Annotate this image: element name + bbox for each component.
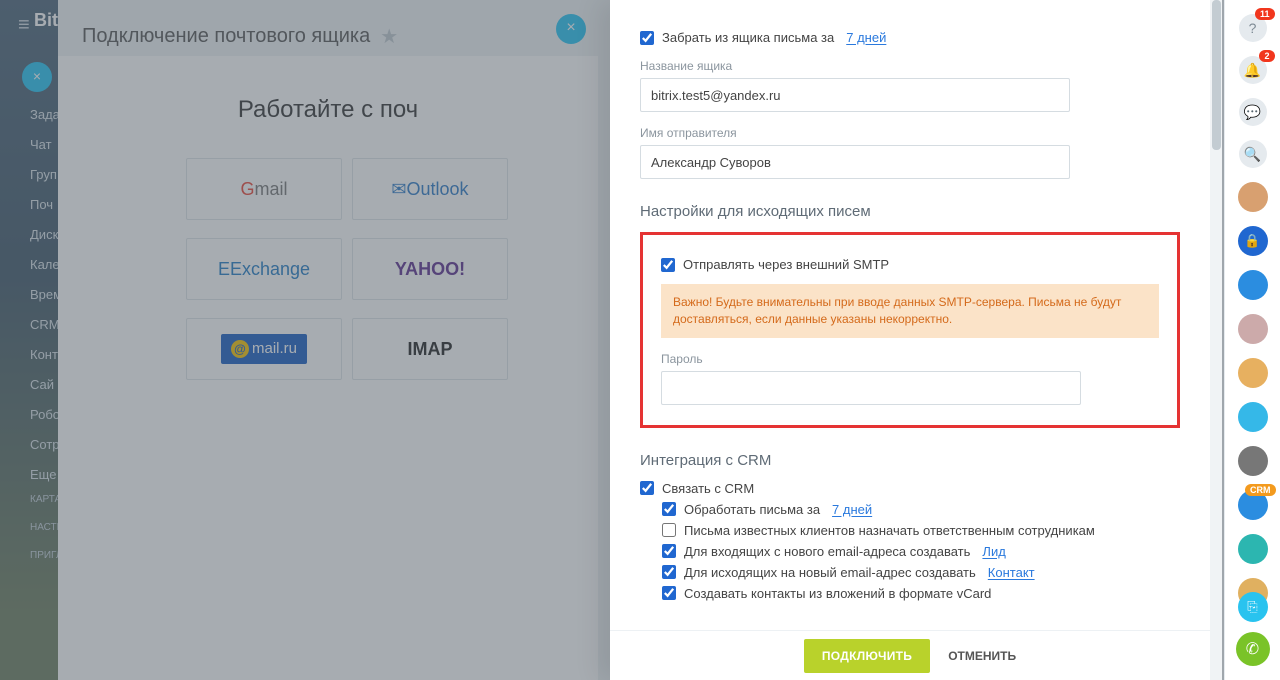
crm-process-label: Обработать письма за <box>684 502 820 517</box>
crm-vcard-label: Создавать контакты из вложений в формате… <box>684 586 991 601</box>
help-badge: 11 <box>1255 8 1275 20</box>
avatar[interactable] <box>1238 314 1268 344</box>
crm-incoming-checkbox[interactable] <box>662 544 676 558</box>
scrollbar-thumb[interactable] <box>1212 0 1221 150</box>
mailbox-name-input[interactable] <box>640 78 1070 112</box>
help-icon[interactable]: ?11 <box>1239 14 1267 42</box>
phone-icon[interactable]: ✆ <box>1236 632 1270 666</box>
crm-known-checkbox[interactable] <box>662 523 676 537</box>
scrollbar-track[interactable] <box>1210 0 1222 680</box>
avatar[interactable] <box>1238 446 1268 476</box>
exit-icon[interactable]: ⎘ <box>1238 592 1268 622</box>
smtp-warning: Важно! Будьте внимательны при вводе данн… <box>661 284 1159 338</box>
fetch-checkbox[interactable] <box>640 31 654 45</box>
password-label: Пароль <box>661 352 1159 366</box>
bell-icon[interactable]: 🔔2 <box>1239 56 1267 84</box>
submit-button[interactable]: ПОДКЛЮЧИТЬ <box>804 639 930 673</box>
outgoing-section-header: Настройки для исходящих писем <box>640 203 1180 220</box>
crm-outgoing-checkbox[interactable] <box>662 565 676 579</box>
mailbox-name-label: Название ящика <box>640 59 1180 73</box>
fetch-label: Забрать из ящика письма за <box>662 30 834 45</box>
smtp-label: Отправлять через внешний SMTP <box>683 257 889 272</box>
crm-badge: CRM <box>1245 484 1276 496</box>
crm-incoming-label: Для входящих с нового email-адреса созда… <box>684 544 970 559</box>
cancel-button[interactable]: ОТМЕНИТЬ <box>948 649 1016 663</box>
chat-icon[interactable]: 💬 <box>1239 98 1267 126</box>
crm-incoming-link[interactable]: Лид <box>982 544 1005 559</box>
password-input[interactable] <box>661 371 1081 405</box>
crm-link-checkbox[interactable] <box>640 481 654 495</box>
crm-process-checkbox[interactable] <box>662 502 676 516</box>
avatar[interactable] <box>1238 358 1268 388</box>
crm-known-label: Письма известных клиентов назначать отве… <box>684 523 1095 538</box>
avatar[interactable] <box>1238 534 1268 564</box>
crm-process-link[interactable]: 7 дней <box>832 502 872 517</box>
avatar[interactable] <box>1238 402 1268 432</box>
crm-section-header: Интеграция с CRM <box>640 452 1180 469</box>
crm-outgoing-link[interactable]: Контакт <box>988 565 1035 580</box>
bell-badge: 2 <box>1259 50 1274 62</box>
avatar[interactable] <box>1238 182 1268 212</box>
settings-panel: Забрать из ящика письма за 7 дней Назван… <box>610 0 1210 680</box>
avatar[interactable] <box>1238 270 1268 300</box>
lock-icon[interactable]: 🔒 <box>1238 226 1268 256</box>
crm-link-label: Связать с CRM <box>662 481 754 496</box>
fetch-days-link[interactable]: 7 дней <box>846 30 886 45</box>
crm-outgoing-label: Для исходящих на новый email-адрес созда… <box>684 565 976 580</box>
search-icon[interactable]: 🔍 <box>1239 140 1267 168</box>
avatar-crm[interactable]: CRM <box>1238 490 1268 520</box>
sender-name-input[interactable] <box>640 145 1070 179</box>
smtp-highlight-box: Отправлять через внешний SMTP Важно! Буд… <box>640 232 1180 428</box>
sender-name-label: Имя отправителя <box>640 126 1180 140</box>
right-rail: ?11 🔔2 💬 🔍 🔒 CRM ⎘ ✆ <box>1224 0 1280 680</box>
crm-vcard-checkbox[interactable] <box>662 586 676 600</box>
smtp-checkbox[interactable] <box>661 258 675 272</box>
